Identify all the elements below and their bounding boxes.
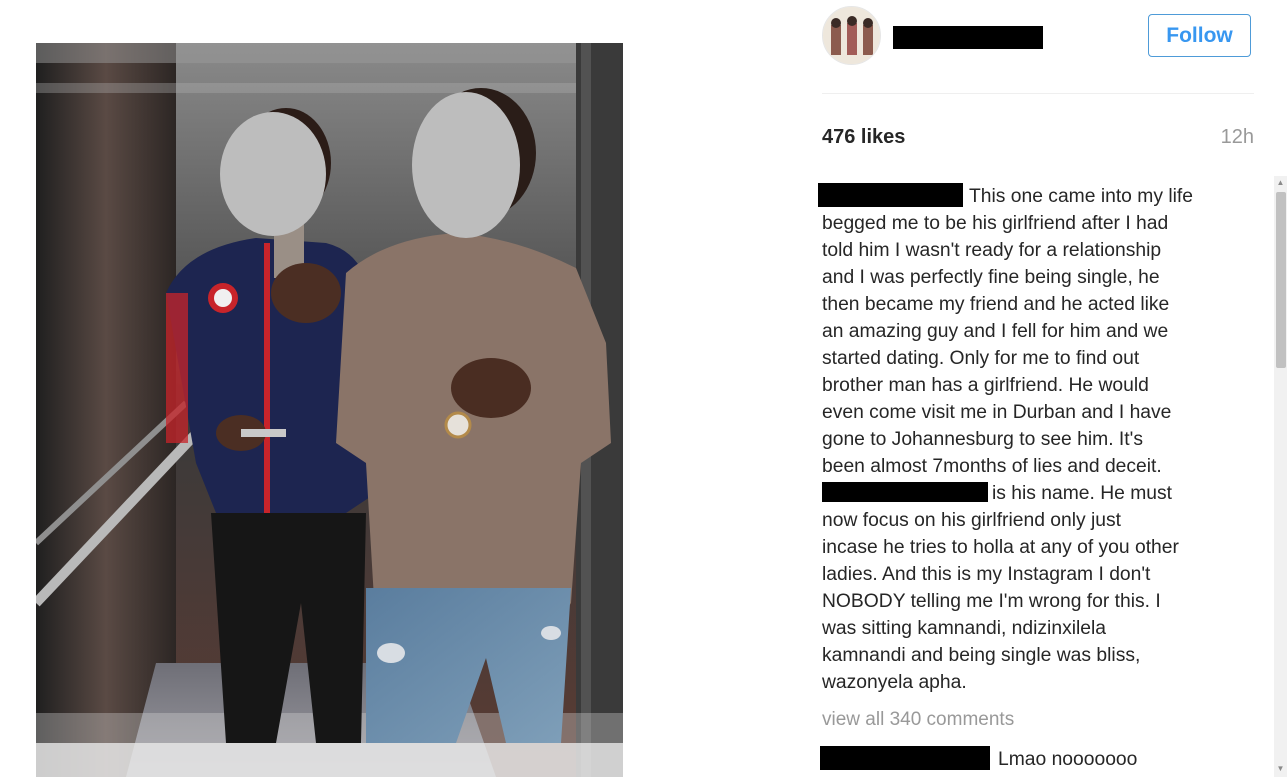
caption-line: wazonyela apha. [822,672,967,693]
caption-line: been almost 7months of lies and deceit. [822,456,1162,477]
scrollbar-thumb[interactable] [1276,192,1286,368]
scroll-down-arrow-icon[interactable]: ▼ [1274,762,1287,776]
username-redacted[interactable] [893,26,1043,49]
caption-line: told him I wasn't ready for a relationsh… [822,240,1162,261]
post-photo[interactable] [36,43,623,777]
caption-line: an amazing guy and I fell for him and we [822,321,1169,342]
caption-line: started dating. Only for me to find out [822,348,1140,369]
comment-text: Lmao nooooooo [998,749,1138,770]
profile-avatar[interactable] [822,6,881,65]
caption-line: NOBODY telling me I'm wrong for this. I [822,591,1161,612]
caption-line: now focus on his girlfriend only just [822,510,1122,531]
caption-line: This one came into my life [818,183,1242,210]
comment-item: Lmao nooooooo [820,746,1137,771]
caption-line: ladies. And this is my Instagram I don't [822,564,1151,585]
caption-line: then became my friend and he acted like [822,294,1170,315]
caption-author-redacted[interactable] [818,183,963,207]
name-redacted [822,482,988,502]
caption-line: was sitting kamnandi, ndizinxilela [822,618,1107,639]
view-all-comments-link[interactable]: view all 340 comments [822,709,1014,731]
caption-line: begged me to be his girlfriend after I h… [822,213,1169,234]
caption-line: and I was perfectly fine being single, h… [822,267,1160,288]
commenter-redacted[interactable] [820,746,990,770]
scroll-up-arrow-icon[interactable]: ▲ [1274,176,1287,190]
follow-button[interactable]: Follow [1148,14,1251,57]
post-caption: This one came into my life begged me to … [818,183,1242,696]
likes-count[interactable]: 476 likes [822,126,905,149]
caption-text: This one came into my life [969,186,1193,207]
post-details-panel: Follow 476 likes 12h This one came into … [818,0,1254,777]
caption-line: gone to Johannesburg to see him. It's [822,429,1143,450]
caption-line: kamnandi and being single was bliss, [822,645,1141,666]
caption-text: is his name. He must [992,483,1173,504]
post-timestamp[interactable]: 12h [1221,126,1254,149]
caption-line: brother man has a girlfriend. He would [822,375,1149,396]
header-divider [822,93,1254,94]
caption-line: incase he tries to holla at any of you o… [822,537,1179,558]
caption-line: even come visit me in Durban and I have [822,402,1172,423]
caption-line: is his name. He must [822,480,1242,507]
